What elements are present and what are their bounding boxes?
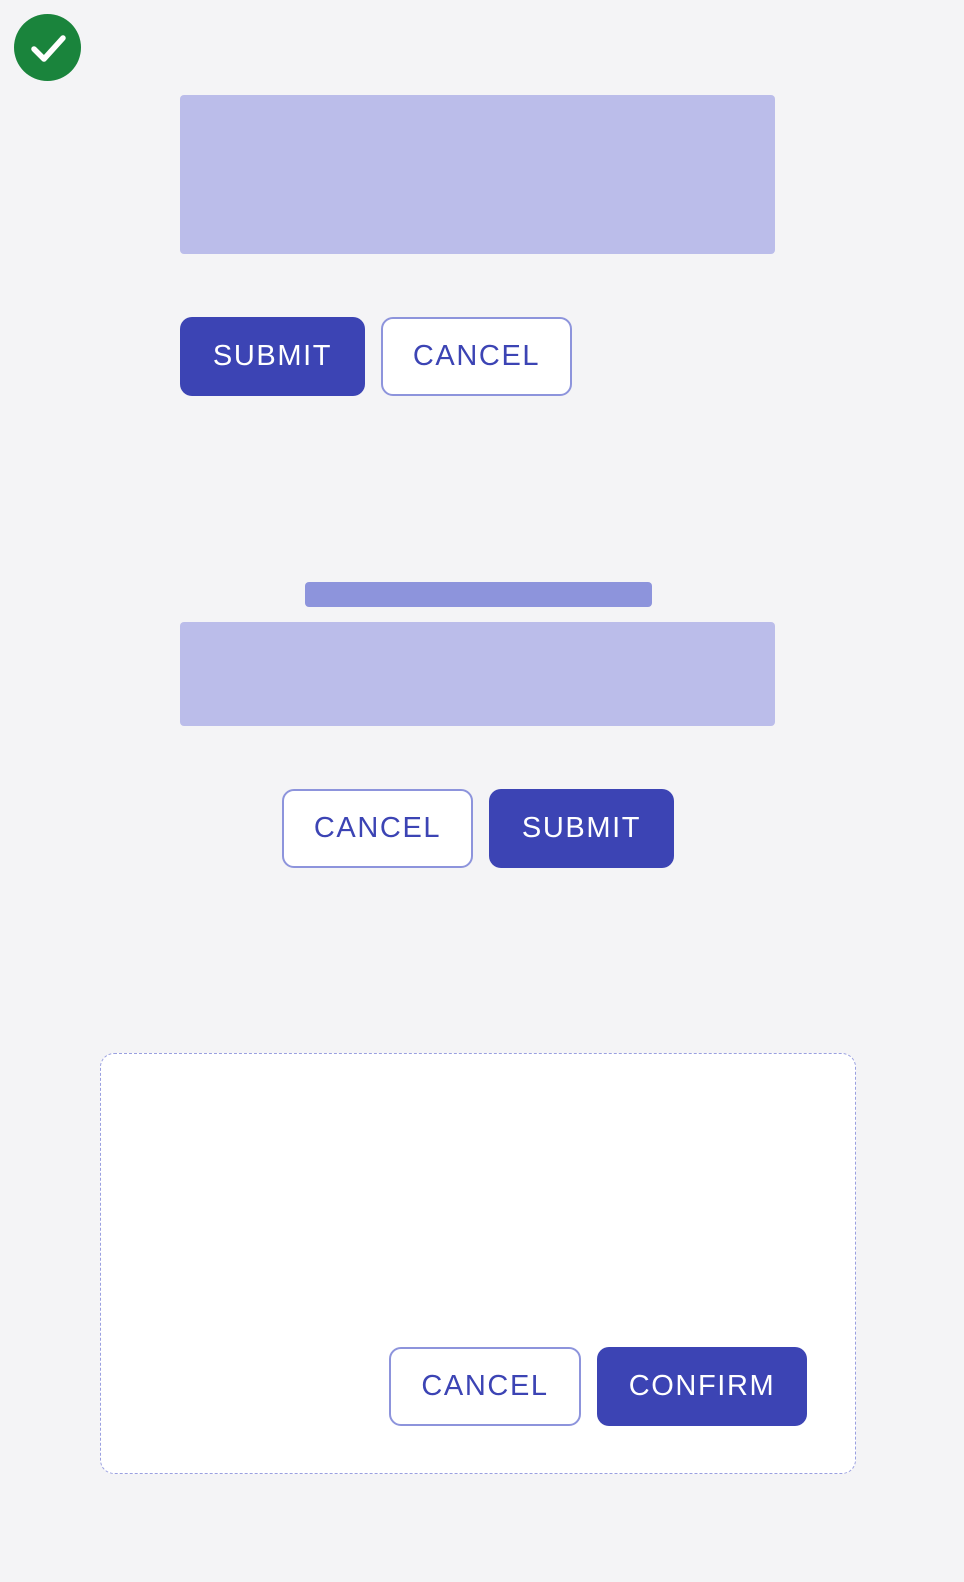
checkmark-icon [30, 34, 66, 62]
dialog-cancel-button[interactable]: CANCEL [389, 1347, 581, 1426]
check-circle-icon [14, 14, 81, 81]
cancel-button[interactable]: CANCEL [381, 317, 572, 396]
submit-button-2[interactable]: SUBMIT [489, 789, 674, 868]
content-placeholder-block [180, 95, 775, 254]
submit-button[interactable]: SUBMIT [180, 317, 365, 396]
dialog-confirm-button[interactable]: CONFIRM [597, 1347, 807, 1426]
title-placeholder-bar [305, 582, 652, 607]
cancel-button-2[interactable]: CANCEL [282, 789, 473, 868]
dialog-panel: CANCEL CONFIRM [100, 1053, 856, 1474]
content-placeholder-block-2 [180, 622, 775, 726]
